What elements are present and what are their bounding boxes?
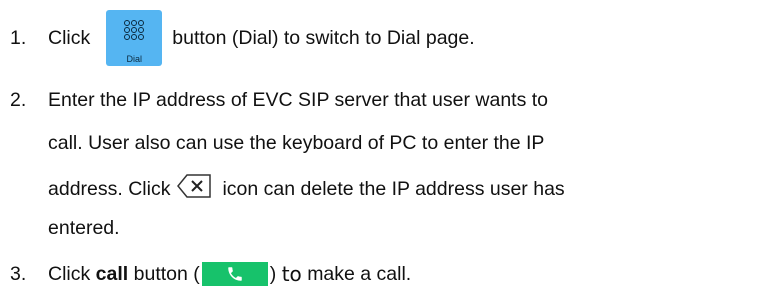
step-3-call-word: call — [95, 263, 129, 285]
step-2-number: 2. — [10, 89, 27, 111]
step-1-description: button (Dial) to switch to Dial page. — [172, 27, 475, 49]
step-3-number: 3. — [10, 263, 27, 285]
step-2-line-4: entered. — [48, 216, 120, 240]
step-2-text-4: entered. — [48, 217, 120, 239]
step-3-to-word: to — [281, 262, 302, 286]
dial-keypad-icon — [124, 20, 145, 40]
call-button[interactable] — [201, 262, 268, 286]
step-2-text-2: call. User also can use the keyboard of … — [48, 132, 545, 154]
dial-button[interactable]: Dial — [106, 10, 163, 66]
phone-handset-icon — [228, 267, 242, 281]
step-2-line-2: call. User also can use the keyboard of … — [48, 131, 544, 155]
step-3-click-text: Click — [48, 263, 91, 285]
step-1: 1. Click Dial button (Dial) to switch to… — [0, 10, 475, 66]
step-2-text-1: Enter the IP address of EVC SIP server t… — [48, 89, 549, 111]
dial-button-label: Dial — [126, 54, 142, 64]
step-3-close-paren: ) — [269, 263, 277, 285]
step-1-click-text: Click — [48, 27, 91, 49]
step-3-button-text: button ( — [133, 263, 200, 285]
step-3-tail: make a call. — [307, 263, 412, 285]
step-2-text-3b: icon can delete the IP address user has — [222, 178, 565, 200]
backspace-delete-icon[interactable] — [176, 173, 212, 205]
step-2-line-1: 2. Enter the IP address of EVC SIP serve… — [0, 88, 548, 112]
step-1-number: 1. — [10, 27, 27, 49]
step-3: 3. Click call button ( ) to make a call. — [0, 262, 411, 286]
step-2-line-3: address. Click icon can delete the IP ad… — [48, 173, 565, 205]
step-2-text-3a: address. Click — [48, 178, 171, 200]
